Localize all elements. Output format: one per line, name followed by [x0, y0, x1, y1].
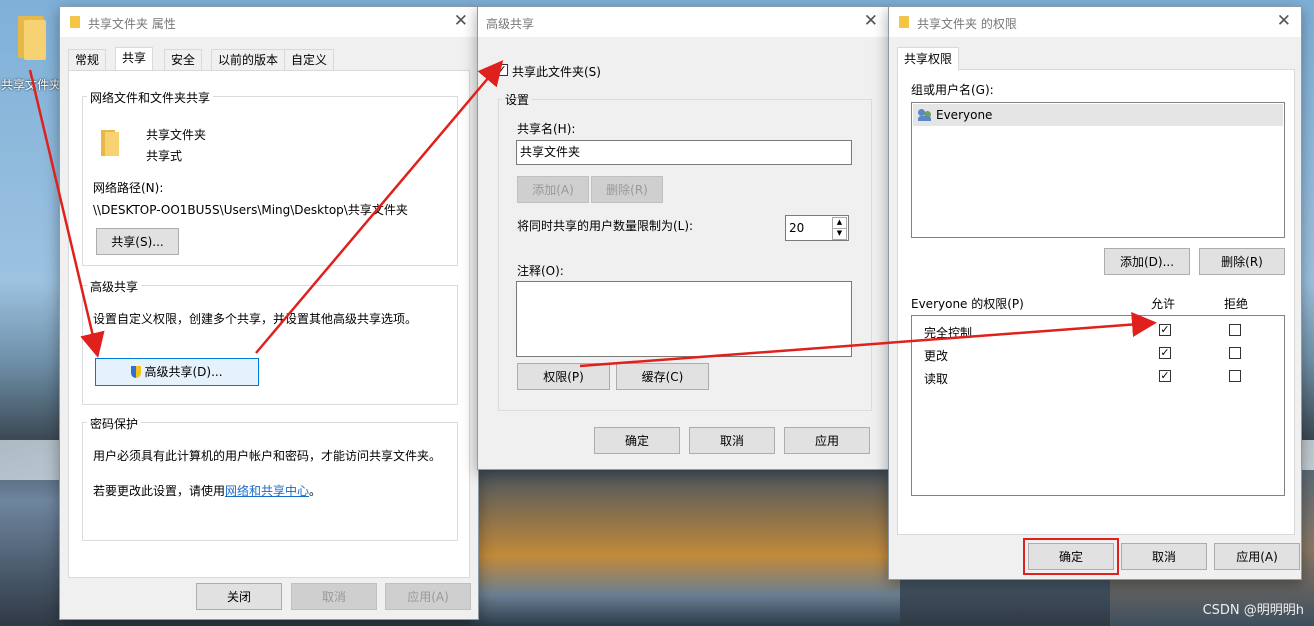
share-this-folder-checkbox[interactable]: ✓ [496, 64, 508, 76]
window-title: 共享文件夹 属性 [88, 17, 176, 31]
remove-share-button[interactable]: 删除(R) [591, 176, 663, 203]
user-limit-value: 20 [789, 221, 805, 235]
apply-button[interactable]: 应用 [784, 427, 870, 454]
share-button[interactable]: 共享(S)... [96, 228, 179, 255]
allow-read-checkbox[interactable]: ✓ [1159, 370, 1171, 382]
share-name-label: 共享名(H): [517, 122, 576, 136]
comment-textarea[interactable] [516, 281, 852, 357]
share-this-folder-label: 共享此文件夹(S) [512, 65, 601, 79]
caching-button[interactable]: 缓存(C) [616, 363, 709, 390]
tab-security[interactable]: 安全 [164, 49, 203, 71]
close-button[interactable]: 关闭 [196, 583, 282, 610]
advanced-sharing-titlebar: 高级共享 ✕ [478, 7, 888, 37]
user-limit-label: 将同时共享的用户数量限制为(L): [517, 219, 694, 233]
allow-full-control-checkbox[interactable]: ✓ [1159, 324, 1171, 336]
deny-read-checkbox[interactable] [1229, 370, 1241, 382]
apply-button[interactable]: 应用(A) [1214, 543, 1300, 570]
window-title: 共享文件夹 的权限 [917, 17, 1017, 31]
permissions-label: Everyone 的权限(P) [911, 297, 1024, 311]
users-list[interactable]: Everyone [911, 102, 1285, 238]
network-sharing-group-label: 网络文件和文件夹共享 [87, 89, 214, 106]
deny-change-checkbox[interactable] [1229, 347, 1241, 359]
list-item[interactable]: Everyone [913, 104, 1283, 126]
users-list-label: 组或用户名(G): [911, 83, 994, 97]
folder-name: 共享文件夹 [146, 128, 207, 142]
folder-share-state: 共享式 [146, 149, 183, 163]
tab-general[interactable]: 常规 [68, 49, 107, 71]
cancel-button[interactable]: 取消 [291, 583, 377, 610]
change-note-suffix: 。 [309, 484, 322, 498]
ok-button[interactable]: 确定 [594, 427, 680, 454]
properties-window: 共享文件夹 属性 ✕ 常规 共享 安全 以前的版本 自定义 网络文件和文件夹共享… [59, 6, 479, 620]
add-user-button[interactable]: 添加(D)... [1104, 248, 1190, 275]
remove-user-button[interactable]: 删除(R) [1199, 248, 1285, 275]
deny-full-control-checkbox[interactable] [1229, 324, 1241, 336]
tab-previous-versions[interactable]: 以前的版本 [211, 49, 286, 71]
permissions-button[interactable]: 权限(P) [517, 363, 610, 390]
window-title: 高级共享 [486, 17, 535, 31]
cancel-button[interactable]: 取消 [1121, 543, 1207, 570]
permission-name: 读取 [924, 372, 949, 386]
folder-icon [70, 16, 80, 28]
password-protection-change-note: 若要更改此设置，请使用网络和共享中心。 [93, 482, 321, 499]
desktop-icon-label: 共享文件夹 [0, 78, 61, 92]
user-limit-stepper[interactable]: 20 ▲ ▼ [785, 215, 849, 241]
tab-share-permissions[interactable]: 共享权限 [897, 47, 960, 71]
folder-icon [99, 128, 121, 156]
permissions-list: 完全控制 ✓ 更改 ✓ 读取 ✓ [911, 315, 1285, 496]
advanced-sharing-group-label: 高级共享 [87, 278, 142, 295]
network-sharing-center-link[interactable]: 网络和共享中心 [225, 484, 309, 498]
add-share-button[interactable]: 添加(A) [517, 176, 589, 203]
user-group-icon [918, 109, 932, 121]
password-protection-description: 用户必须具有此计算机的用户帐户和密码，才能访问共享文件夹。 [93, 449, 442, 463]
close-icon[interactable]: ✕ [1277, 11, 1291, 31]
properties-titlebar: 共享文件夹 属性 ✕ [60, 7, 478, 37]
allow-change-checkbox[interactable]: ✓ [1159, 347, 1171, 359]
tab-customize[interactable]: 自定义 [284, 49, 335, 71]
advanced-sharing-window: 高级共享 ✕ ✓ 共享此文件夹(S) 设置 共享名(H): 共享文件夹 添加(A… [477, 6, 889, 470]
folder-icon [899, 16, 909, 28]
ok-button[interactable]: 确定 [1023, 538, 1119, 575]
password-protection-group-label: 密码保护 [87, 415, 142, 432]
permission-name: 更改 [924, 349, 949, 363]
stepper-down-icon[interactable]: ▼ [832, 228, 847, 240]
permissions-titlebar: 共享文件夹 的权限 ✕ [889, 7, 1301, 37]
settings-group-label: 设置 [502, 91, 533, 108]
desktop-folder-shortcut[interactable]: 共享文件夹 [0, 10, 62, 93]
allow-column-header: 允许 [1151, 297, 1176, 311]
comment-label: 注释(O): [517, 264, 564, 278]
apply-button[interactable]: 应用(A) [385, 583, 471, 610]
desktop-wallpaper-reflection [470, 470, 900, 626]
watermark: CSDN @明明明h [1202, 603, 1304, 618]
uac-shield-icon [131, 366, 142, 378]
advanced-sharing-button[interactable]: 高级共享(D)... [95, 358, 259, 386]
share-name-input[interactable]: 共享文件夹 [516, 140, 852, 165]
permissions-window: 共享文件夹 的权限 ✕ 共享权限 组或用户名(G): Everyone 添加(D… [888, 6, 1302, 580]
advanced-sharing-group [82, 285, 458, 405]
advanced-sharing-button-label: 高级共享(D)... [144, 365, 223, 379]
deny-column-header: 拒绝 [1224, 297, 1249, 311]
advanced-sharing-description: 设置自定义权限，创建多个共享，并设置其他高级共享选项。 [93, 312, 418, 326]
network-path-value: \\DESKTOP-OO1BU5S\Users\Ming\Desktop\共享文… [93, 203, 408, 217]
cancel-button[interactable]: 取消 [689, 427, 775, 454]
network-path-label: 网络路径(N): [93, 181, 164, 195]
close-icon[interactable]: ✕ [454, 11, 468, 31]
sharing-tab-panel: 网络文件和文件夹共享 共享文件夹 共享式 网络路径(N): \\DESKTOP-… [68, 70, 470, 578]
close-icon[interactable]: ✕ [864, 11, 878, 31]
user-name: Everyone [936, 108, 993, 122]
folder-icon [14, 14, 48, 60]
change-note-prefix: 若要更改此设置，请使用 [93, 484, 226, 498]
permission-name: 完全控制 [924, 326, 973, 340]
tab-sharing[interactable]: 共享 [115, 47, 154, 71]
